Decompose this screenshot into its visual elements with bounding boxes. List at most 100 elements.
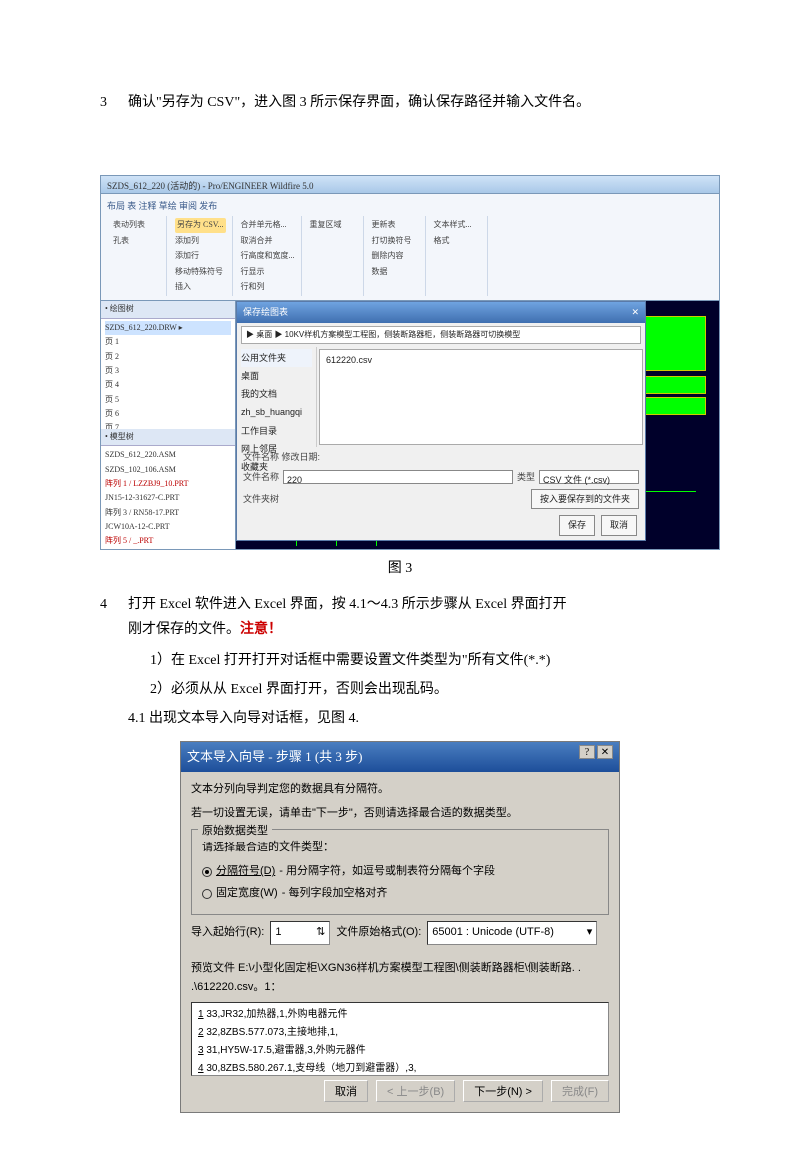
ribbon: 布局 表 注释 草绘 审阅 发布 表动列表 孔表 另存为 CSV... 添加列 … xyxy=(100,193,720,300)
cancel-button[interactable]: 取消 xyxy=(601,515,637,535)
ribbon-save-csv[interactable]: 另存为 CSV... xyxy=(175,218,226,232)
draw-tree-title: • 绘图树 xyxy=(101,301,235,318)
ribbon-item[interactable]: 文本样式... xyxy=(434,218,481,232)
close-icon[interactable]: ✕ xyxy=(597,745,613,759)
list-item[interactable]: 612220.csv xyxy=(326,352,636,368)
modeldate-label: 文件名称 修改日期: xyxy=(243,449,320,465)
foldertree-label[interactable]: 文件夹树 xyxy=(243,491,279,507)
step-4-line2: 刚才保存的文件。 xyxy=(128,622,240,637)
ribbon-item[interactable]: 孔表 xyxy=(113,234,160,248)
ribbon-item[interactable]: 添加行 xyxy=(175,249,226,263)
nav-folder-button[interactable]: 按入要保存到的文件夹 xyxy=(531,489,639,509)
mdl-root[interactable]: SZDS_612_220.ASM xyxy=(105,448,231,462)
sidebar-item-desktop[interactable]: 桌面 xyxy=(241,367,312,385)
model-tree[interactable]: SZDS_612_220.ASM SZDS_102_106.ASM 阵列 1 /… xyxy=(101,446,235,549)
ribbon-item[interactable]: 打切换符号 xyxy=(372,234,419,248)
ribbon-item[interactable]: 行显示 xyxy=(241,265,295,279)
save-file-list[interactable]: 612220.csv xyxy=(319,349,643,445)
mdl-item[interactable]: JCW10A-12-C.PRT xyxy=(105,520,231,534)
ribbon-group-label: 插入 xyxy=(175,280,226,294)
finish-button: 完成(F) xyxy=(551,1080,609,1102)
preview-row: 32,8ZBS.577.073,主接地排,1, xyxy=(206,1027,338,1038)
save-path[interactable]: ▶ 桌面 ▶ 10KV样机方案模型工程图，侧装断路器柜，侧装断路器可切换模型 xyxy=(241,326,641,344)
tree-item[interactable]: 页 4 xyxy=(105,378,231,392)
draw-tree[interactable]: SZDS_612_220.DRW ▸ 页 1 页 2 页 3 页 4 页 5 页… xyxy=(101,319,235,429)
ribbon-item[interactable]: 合并单元格... xyxy=(241,218,295,232)
ribbon-item[interactable]: 删除内容 xyxy=(372,249,419,263)
step-4-text: 打开 Excel 软件进入 Excel 界面，按 4.1～4.3 所示步骤从 E… xyxy=(128,592,700,642)
wizard-title-text: 文本导入向导 - 步骤 1 (共 3 步) xyxy=(187,745,363,768)
sidebar-item-docs[interactable]: 我的文档 xyxy=(241,385,312,403)
tree-item[interactable]: 页 7 xyxy=(105,421,231,428)
sub-41: 4.1 出现文本导入向导对话框，见图 4. xyxy=(128,706,700,731)
mdl-item[interactable]: SZDS_102_106.ASM xyxy=(105,463,231,477)
ribbon-item[interactable]: 行高度和宽度... xyxy=(241,249,295,263)
tree-root[interactable]: SZDS_612_220.DRW ▸ xyxy=(105,321,231,335)
group-legend: 原始数据类型 xyxy=(198,822,272,842)
back-button: < 上一步(B) xyxy=(376,1080,455,1102)
tree-item[interactable]: 页 1 xyxy=(105,335,231,349)
wizard-titlebar: 文本导入向导 - 步骤 1 (共 3 步) ? ✕ xyxy=(181,742,619,771)
figure-4: 文本导入向导 - 步骤 1 (共 3 步) ? ✕ 文本分列向导判定您的数据具有… xyxy=(180,741,620,1113)
ribbon-item[interactable]: 添加列 xyxy=(175,234,226,248)
radio-fixed-desc: - 每列字段加空格对齐 xyxy=(282,884,388,904)
help-icon[interactable]: ? xyxy=(579,745,595,759)
mdl-item[interactable]: 阵列 3 / RN58-17.PRT xyxy=(105,506,231,520)
ribbon-item[interactable]: 移动特殊符号 xyxy=(175,265,226,279)
next-button[interactable]: 下一步(N) > xyxy=(463,1080,543,1102)
ribbon-group-label: 格式 xyxy=(434,234,481,248)
tree-item[interactable]: 页 6 xyxy=(105,407,231,421)
warning-text: 注意！ xyxy=(240,622,282,637)
ribbon-item[interactable]: 表动列表 xyxy=(113,218,160,232)
text-import-wizard: 文本导入向导 - 步骤 1 (共 3 步) ? ✕ 文本分列向导判定您的数据具有… xyxy=(180,741,620,1113)
sidebar-header: 公用文件夹 xyxy=(241,349,312,367)
ribbon-group-format: 文本样式... 格式 xyxy=(428,216,488,296)
wizard-line1: 文本分列向导判定您的数据具有分隔符。 xyxy=(191,780,609,800)
encoding-label: 文件原始格式(O): xyxy=(336,923,421,943)
proe-window-title: SZDS_612_220 (活动的) - Pro/ENGINEER Wildfi… xyxy=(100,175,720,193)
sidebar-item-user[interactable]: zh_sb_huangqi xyxy=(241,403,312,421)
original-type-group: 原始数据类型 请选择最合适的文件类型： 分隔符号(D) - 用分隔字符，如逗号或… xyxy=(191,829,609,914)
preview-box: 1 33,JR32,加热器,1,外购电器元件 2 32,8ZBS.577.073… xyxy=(191,1002,609,1076)
save-button[interactable]: 保存 xyxy=(559,515,595,535)
preview-row: 31,HY5W-17.5,避雷器,3,外购元器件 xyxy=(206,1045,365,1056)
spinner-icon[interactable]: ⇅ xyxy=(316,923,325,943)
sub-1: 1）在 Excel 打开打开对话框中需要设置文件类型为"所有文件(*.*) xyxy=(150,648,700,673)
radio-delimited[interactable]: 分隔符号(D) - 用分隔字符，如逗号或制表符分隔每个字段 xyxy=(202,862,598,882)
ribbon-group-rowcol: 合并单元格... 取消合并 行高度和宽度... 行显示 行和列 xyxy=(235,216,302,296)
ribbon-group-insert: 另存为 CSV... 添加列 添加行 移动特殊符号 插入 xyxy=(169,216,233,296)
model-tree-title: • 模型树 xyxy=(101,429,235,446)
filetype-select[interactable]: CSV 文件 (*.csv) xyxy=(539,470,639,484)
figure-3-caption: 图 3 xyxy=(100,556,700,581)
ribbon-tabs[interactable]: 布局 表 注释 草绘 审阅 发布 xyxy=(107,198,713,216)
step-3: 3 确认"另存为 CSV"，进入图 3 所示保存界面，确认保存路径并输入文件名。 xyxy=(100,90,700,115)
save-sidebar: 公用文件夹 桌面 我的文档 zh_sb_huangqi 工作目录 网上邻居 收藏… xyxy=(237,347,317,447)
tree-item[interactable]: 页 2 xyxy=(105,350,231,364)
step-4-number: 4 xyxy=(100,592,128,642)
ribbon-item[interactable]: 更新表 xyxy=(372,218,419,232)
save-dialog-title-text: 保存绘图表 xyxy=(243,304,288,320)
radio-fixed-label: 固定宽度(W) xyxy=(216,884,278,904)
step-4: 4 打开 Excel 软件进入 Excel 界面，按 4.1～4.3 所示步骤从… xyxy=(100,592,700,642)
start-row-input[interactable]: 1⇅ xyxy=(270,921,330,945)
proe-left-panel: • 绘图树 SZDS_612_220.DRW ▸ 页 1 页 2 页 3 页 4… xyxy=(101,301,236,549)
ribbon-group-repeat: 重复区域 xyxy=(304,216,364,296)
filename-input[interactable]: 220 xyxy=(283,470,513,484)
radio-on-icon xyxy=(202,867,212,877)
encoding-select[interactable]: 65001 : Unicode (UTF-8)▾ xyxy=(427,921,597,945)
wizard-line2: 若一切设置无误，请单击"下一步"，否则请选择最合适的数据类型。 xyxy=(191,804,609,824)
mdl-item[interactable]: JN15-12-31627-C.PRT xyxy=(105,491,231,505)
radio-delim-desc: - 用分隔字符，如逗号或制表符分隔每个字段 xyxy=(279,862,495,882)
mdl-item[interactable]: 阵列 5 / _.PRT xyxy=(105,534,231,548)
ribbon-group-data: 更新表 打切换符号 删除内容 数据 xyxy=(366,216,426,296)
tree-item[interactable]: 页 5 xyxy=(105,393,231,407)
filetype-label: 类型 xyxy=(517,469,535,485)
radio-fixedwidth[interactable]: 固定宽度(W) - 每列字段加空格对齐 xyxy=(202,884,598,904)
tree-item[interactable]: 页 3 xyxy=(105,364,231,378)
ribbon-item[interactable]: 取消合并 xyxy=(241,234,295,248)
cancel-button[interactable]: 取消 xyxy=(324,1080,368,1102)
mdl-item[interactable]: 阵列 1 / LZZBJ9_10.PRT xyxy=(105,477,231,491)
sidebar-item-workdir[interactable]: 工作目录 xyxy=(241,422,312,440)
ribbon-item[interactable]: 重复区域 xyxy=(310,218,357,232)
close-icon[interactable]: ✕ xyxy=(631,304,639,320)
